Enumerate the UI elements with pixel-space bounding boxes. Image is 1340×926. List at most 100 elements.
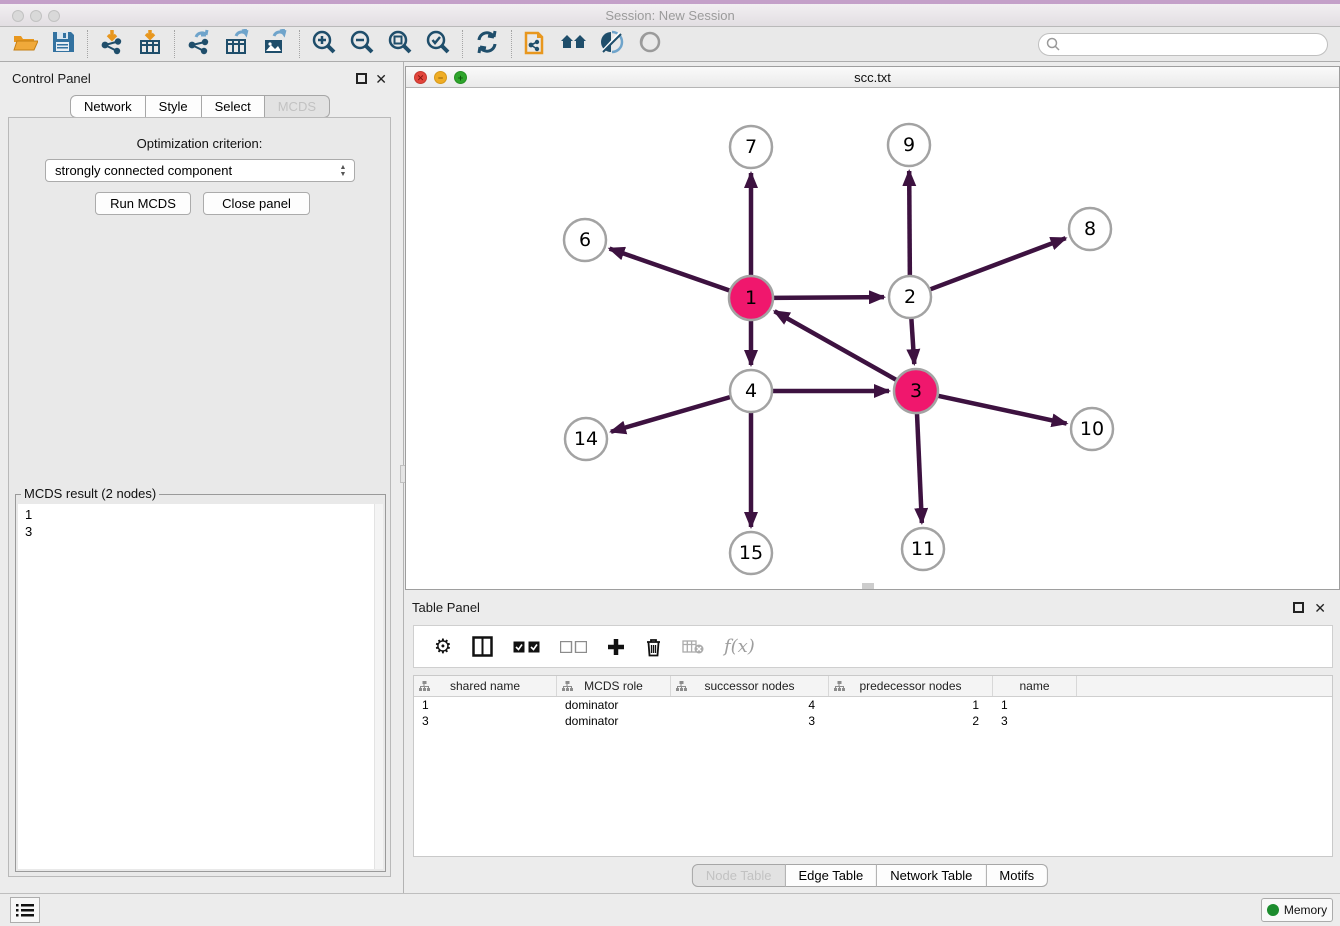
vizmapper-button[interactable] — [593, 29, 631, 59]
table-cell[interactable]: 4 — [671, 697, 829, 713]
first-neighbors-button[interactable] — [555, 29, 593, 59]
network-window-titlebar[interactable]: ✕ − + scc.txt — [406, 67, 1339, 88]
column-header-MCDS-role[interactable]: MCDS role — [557, 676, 671, 696]
criterion-select[interactable]: strongly connected component ▲▼ — [45, 159, 355, 182]
table-cell[interactable]: 2 — [829, 713, 993, 729]
float-panel-icon[interactable] — [356, 73, 367, 84]
graph-node-6[interactable]: 6 — [564, 219, 606, 261]
zoom-in-button[interactable] — [305, 29, 343, 59]
column-header-name[interactable]: name — [993, 676, 1077, 696]
list-icon — [16, 903, 34, 917]
svg-text:8: 8 — [1084, 218, 1096, 240]
table-cell[interactable]: 1 — [829, 697, 993, 713]
graph-node-11[interactable]: 11 — [902, 528, 944, 570]
tab-node-table[interactable]: Node Table — [692, 864, 786, 887]
close-panel-button[interactable]: Close panel — [203, 192, 310, 215]
close-panel-icon[interactable]: ✕ — [375, 74, 387, 85]
search-input[interactable] — [1038, 33, 1328, 56]
tab-edge-table[interactable]: Edge Table — [785, 864, 877, 887]
export-network-button[interactable] — [180, 29, 218, 59]
toolbar-separator — [174, 30, 175, 58]
tab-network-table[interactable]: Network Table — [877, 864, 986, 887]
graph-node-7[interactable]: 7 — [730, 126, 772, 168]
import-table-button[interactable] — [131, 29, 169, 59]
delete-column-button[interactable] — [645, 637, 662, 657]
tab-motifs[interactable]: Motifs — [986, 864, 1048, 887]
zoom-selected-button[interactable] — [419, 29, 457, 59]
table-cell[interactable]: 3 — [993, 713, 1077, 729]
select-all-button[interactable] — [513, 641, 540, 653]
table-cell[interactable]: 3 — [671, 713, 829, 729]
table-row[interactable]: 1dominator411 — [414, 697, 1332, 713]
control-panel-title: Control Panel — [12, 71, 91, 86]
new-network-from-selection-button[interactable] — [517, 29, 555, 59]
tab-network[interactable]: Network — [70, 95, 146, 118]
graph-node-4[interactable]: 4 — [730, 370, 772, 412]
import-network-button[interactable] — [93, 29, 131, 59]
mcds-result-text[interactable]: 1 3 — [18, 504, 383, 869]
table-panel-tabs: Node TableEdge TableNetwork TableMotifs — [692, 864, 1048, 887]
edge-2-3[interactable] — [911, 318, 914, 364]
svg-text:11: 11 — [911, 538, 935, 560]
task-history-button[interactable] — [10, 897, 40, 923]
add-column-button[interactable] — [607, 638, 625, 656]
mcds-result-scrollbar[interactable] — [374, 504, 383, 869]
tab-style[interactable]: Style — [146, 95, 202, 118]
table-cell[interactable]: 1 — [993, 697, 1077, 713]
memory-button[interactable]: Memory — [1261, 898, 1333, 922]
table-cell[interactable]: 3 — [414, 713, 557, 729]
run-mcds-button[interactable]: Run MCDS — [95, 192, 191, 215]
float-table-panel-icon[interactable] — [1293, 602, 1304, 613]
network-canvas[interactable]: 7 9 6 8 1 2 4 3 14 10 15 11 — [406, 88, 1339, 589]
graphics-details-button[interactable] — [631, 29, 669, 59]
graph-node-1[interactable]: 1 — [729, 276, 773, 320]
graph-node-3[interactable]: 3 — [894, 369, 938, 413]
edge-2-9[interactable] — [909, 171, 910, 276]
function-builder-button[interactable]: f(x) — [724, 636, 755, 657]
zoom-fit-icon — [387, 29, 413, 60]
graph-node-10[interactable]: 10 — [1071, 408, 1113, 450]
export-image-button[interactable] — [256, 29, 294, 59]
svg-text:10: 10 — [1080, 418, 1104, 440]
edge-2-8[interactable] — [930, 238, 1066, 289]
export-table-button[interactable] — [218, 29, 256, 59]
tab-select[interactable]: Select — [202, 95, 265, 118]
delete-table-button[interactable] — [682, 639, 704, 654]
table-cell[interactable]: 1 — [414, 697, 557, 713]
graph-node-8[interactable]: 8 — [1069, 208, 1111, 250]
save-session-button[interactable] — [44, 29, 82, 59]
table-cell[interactable]: dominator — [557, 697, 671, 713]
edge-1-2[interactable] — [773, 297, 884, 298]
window-resize-handle[interactable] — [862, 583, 874, 589]
deselect-all-button[interactable] — [560, 641, 587, 653]
session-title: Session: New Session — [0, 8, 1340, 23]
graph-node-14[interactable]: 14 — [565, 418, 607, 460]
edge-3-10[interactable] — [938, 396, 1067, 424]
eye-icon — [637, 30, 663, 59]
show-column-panel-button[interactable] — [472, 636, 493, 657]
optimization-criterion-label: Optimization criterion: — [9, 136, 390, 151]
edge-1-6[interactable] — [610, 249, 731, 291]
apply-layout-button[interactable] — [468, 29, 506, 59]
graph-node-2[interactable]: 2 — [889, 276, 931, 318]
column-header-successor-nodes[interactable]: successor nodes — [671, 676, 829, 696]
column-header-predecessor-nodes[interactable]: predecessor nodes — [829, 676, 993, 696]
edge-4-14[interactable] — [611, 397, 731, 432]
graph-node-9[interactable]: 9 — [888, 124, 930, 166]
memory-label: Memory — [1284, 903, 1327, 917]
edge-3-11[interactable] — [917, 413, 922, 523]
table-options-button[interactable]: ⚙ — [434, 637, 452, 657]
graph-node-15[interactable]: 15 — [730, 532, 772, 574]
table-cell[interactable]: dominator — [557, 713, 671, 729]
tab-mcds[interactable]: MCDS — [265, 95, 330, 118]
svg-text:2: 2 — [904, 286, 916, 308]
zoom-out-button[interactable] — [343, 29, 381, 59]
edge-3-1[interactable] — [775, 311, 897, 380]
open-session-button[interactable] — [6, 29, 44, 59]
table-row[interactable]: 3dominator323 — [414, 713, 1332, 729]
network-graph[interactable]: 7 9 6 8 1 2 4 3 14 10 15 11 — [406, 88, 1339, 589]
window-titlebar[interactable]: Session: New Session — [0, 0, 1340, 27]
zoom-fit-button[interactable] — [381, 29, 419, 59]
close-table-panel-icon[interactable]: ✕ — [1314, 603, 1326, 614]
column-header-shared-name[interactable]: shared name — [414, 676, 557, 696]
